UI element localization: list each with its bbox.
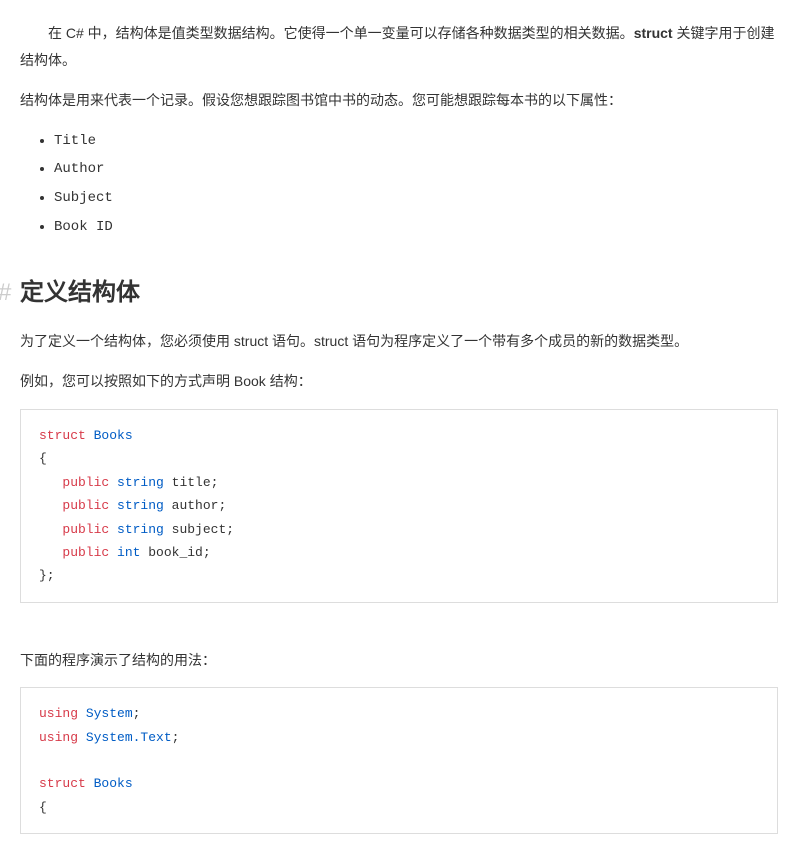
code-ident: subject; bbox=[172, 522, 234, 537]
section-paragraph-1: 为了定义一个结构体，您必须使用 struct 语句。struct 语句为程序定义… bbox=[20, 328, 778, 355]
list-item: Title bbox=[54, 128, 778, 155]
spacer bbox=[20, 627, 778, 647]
code-type: System bbox=[86, 706, 133, 721]
code-brace: { bbox=[39, 451, 47, 466]
code-keyword: using bbox=[39, 706, 78, 721]
code-ident: author; bbox=[172, 498, 227, 513]
code-ident: book_id; bbox=[148, 545, 210, 560]
code-keyword: public bbox=[62, 475, 109, 490]
code-ident: title; bbox=[172, 475, 219, 490]
section-paragraph-3: 下面的程序演示了结构的用法： bbox=[20, 647, 778, 674]
section-paragraph-2: 例如，您可以按照如下的方式声明 Book 结构： bbox=[20, 368, 778, 395]
attributes-list: Title Author Subject Book ID bbox=[20, 128, 778, 240]
code-keyword: using bbox=[39, 730, 78, 745]
code-type: string bbox=[117, 475, 164, 490]
code-keyword: struct bbox=[39, 428, 86, 443]
code-block-1: struct Books { public string title; publ… bbox=[20, 409, 778, 603]
code-keyword: struct bbox=[39, 776, 86, 791]
document-content: 在 C# 中，结构体是值类型数据结构。它使得一个单一变量可以存储各种数据类型的相… bbox=[20, 20, 778, 834]
code-keyword: public bbox=[62, 545, 109, 560]
code-punct: ; bbox=[133, 706, 141, 721]
struct-keyword-bold: struct bbox=[634, 25, 673, 41]
code-keyword: public bbox=[62, 522, 109, 537]
code-type: int bbox=[117, 545, 140, 560]
code-brace: }; bbox=[39, 568, 55, 583]
intro-paragraph-1: 在 C# 中，结构体是值类型数据结构。它使得一个单一变量可以存储各种数据类型的相… bbox=[20, 20, 778, 73]
code-block-2: using System; using System.Text; struct … bbox=[20, 687, 778, 834]
code-type: Books bbox=[94, 776, 133, 791]
intro-text-a: 在 C# 中，结构体是值类型数据结构。它使得一个单一变量可以存储各种数据类型的相… bbox=[48, 25, 634, 41]
code-type: string bbox=[117, 522, 164, 537]
code-type: string bbox=[117, 498, 164, 513]
list-item: Subject bbox=[54, 185, 778, 212]
code-punct: ; bbox=[172, 730, 180, 745]
section-heading: 定义结构体 bbox=[20, 270, 778, 316]
list-item: Author bbox=[54, 156, 778, 183]
code-type: System.Text bbox=[86, 730, 172, 745]
intro-paragraph-2: 结构体是用来代表一个记录。假设您想跟踪图书馆中书的动态。您可能想跟踪每本书的以下… bbox=[20, 87, 778, 114]
list-item: Book ID bbox=[54, 214, 778, 241]
code-keyword: public bbox=[62, 498, 109, 513]
code-brace: { bbox=[39, 800, 47, 815]
code-type: Books bbox=[94, 428, 133, 443]
